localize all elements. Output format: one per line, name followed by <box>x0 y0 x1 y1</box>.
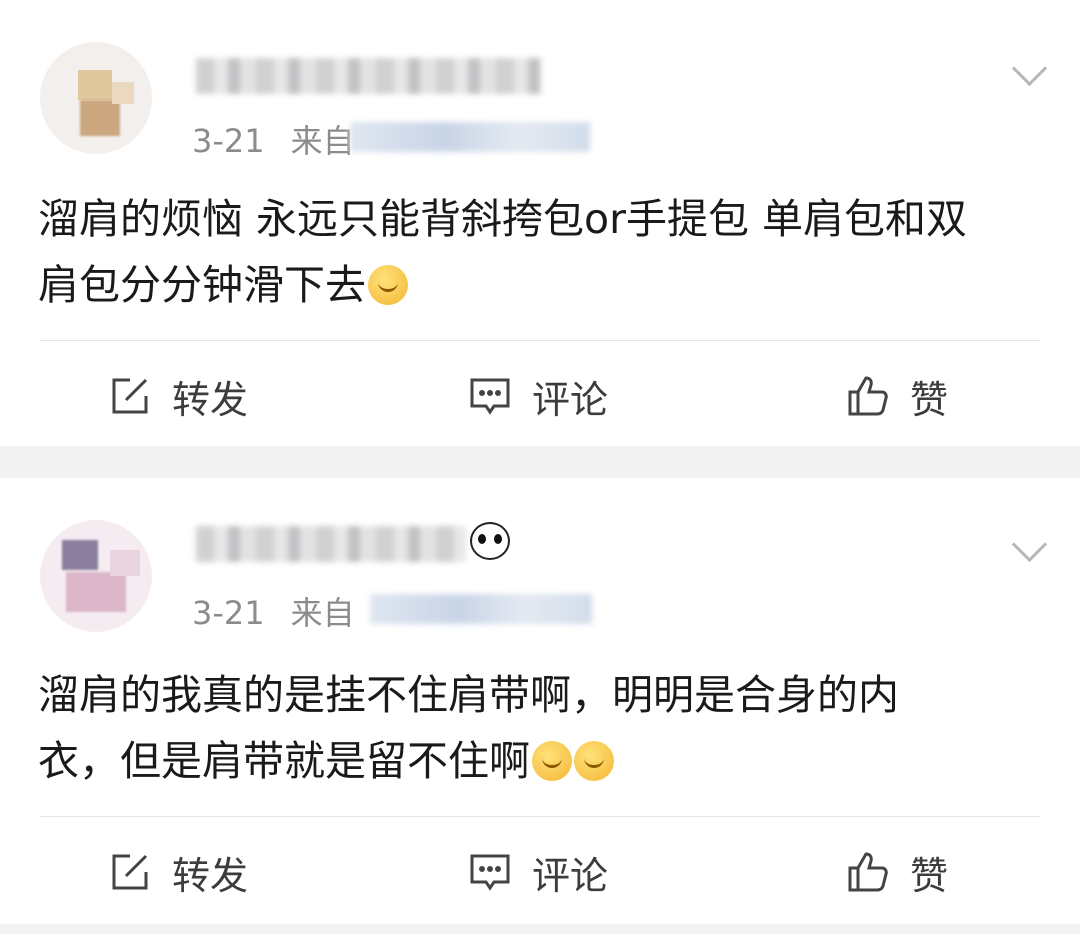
post-text-line: 衣，但是肩带就是留不住啊 <box>38 737 530 785</box>
divider <box>40 340 1040 341</box>
edit-square-icon <box>112 378 148 414</box>
comment-button[interactable]: 评论 <box>468 832 608 912</box>
source-prefix: 来自 <box>290 594 355 632</box>
comment-bubble-icon <box>470 378 510 415</box>
chevron-down-icon[interactable] <box>1011 526 1048 563</box>
like-label: 赞 <box>910 853 949 898</box>
like-label: 赞 <box>910 377 949 422</box>
username-blurred[interactable] <box>196 526 466 562</box>
chevron-down-icon[interactable] <box>1011 50 1048 87</box>
action-bar: 转发 评论 赞 <box>0 832 1080 912</box>
post-card: 3-21 来自 溜肩的烦恼 永远只能背斜挎包or手提包 单肩包和双 肩包分分钟滑下… <box>0 0 1080 446</box>
post-card: 3-21 来自 溜肩的我真的是挂不住肩带啊，明明是合身的内 衣，但是肩带就是留不住… <box>0 478 1080 924</box>
thumbs-up-icon <box>848 376 888 416</box>
edit-square-icon <box>112 854 148 890</box>
comment-button[interactable]: 评论 <box>468 356 608 436</box>
post-text-line: 溜肩的我真的是挂不住肩带啊，明明是合身的内 <box>38 671 899 719</box>
post-date: 3-21 <box>192 122 265 160</box>
post-meta: 3-21 来自 <box>192 116 355 162</box>
source-blurred <box>350 122 590 152</box>
source-blurred <box>370 594 592 624</box>
post-text-line: 肩包分分钟滑下去 <box>38 261 366 309</box>
repost-button[interactable]: 转发 <box>108 356 248 436</box>
source-prefix: 来自 <box>290 122 355 160</box>
post-text: 溜肩的我真的是挂不住肩带啊，明明是合身的内 衣，但是肩带就是留不住啊 <box>38 662 1048 794</box>
post-text: 溜肩的烦恼 永远只能背斜挎包or手提包 单肩包和双 肩包分分钟滑下去 <box>38 186 1048 318</box>
panda-emoji-icon <box>470 522 510 560</box>
comment-bubble-icon <box>470 854 510 891</box>
username-blurred[interactable] <box>196 58 541 94</box>
avatar[interactable] <box>40 42 152 154</box>
thumbs-up-icon <box>848 852 888 892</box>
post-text-line: 溜肩的烦恼 永远只能背斜挎包or手提包 单肩包和双 <box>38 195 968 243</box>
divider <box>40 816 1040 817</box>
post-date: 3-21 <box>192 594 265 632</box>
post-meta: 3-21 来自 <box>192 588 355 634</box>
like-button[interactable]: 赞 <box>846 356 948 436</box>
repost-label: 转发 <box>172 377 249 422</box>
laughing-tears-emoji-icon <box>532 741 572 781</box>
like-button[interactable]: 赞 <box>846 832 948 912</box>
thinking-emoji-icon <box>368 265 408 305</box>
repost-label: 转发 <box>172 853 249 898</box>
comment-label: 评论 <box>532 377 609 422</box>
repost-button[interactable]: 转发 <box>108 832 248 912</box>
action-bar: 转发 评论 赞 <box>0 356 1080 436</box>
comment-label: 评论 <box>532 853 609 898</box>
avatar[interactable] <box>40 520 152 632</box>
laughing-tears-emoji-icon <box>574 741 614 781</box>
